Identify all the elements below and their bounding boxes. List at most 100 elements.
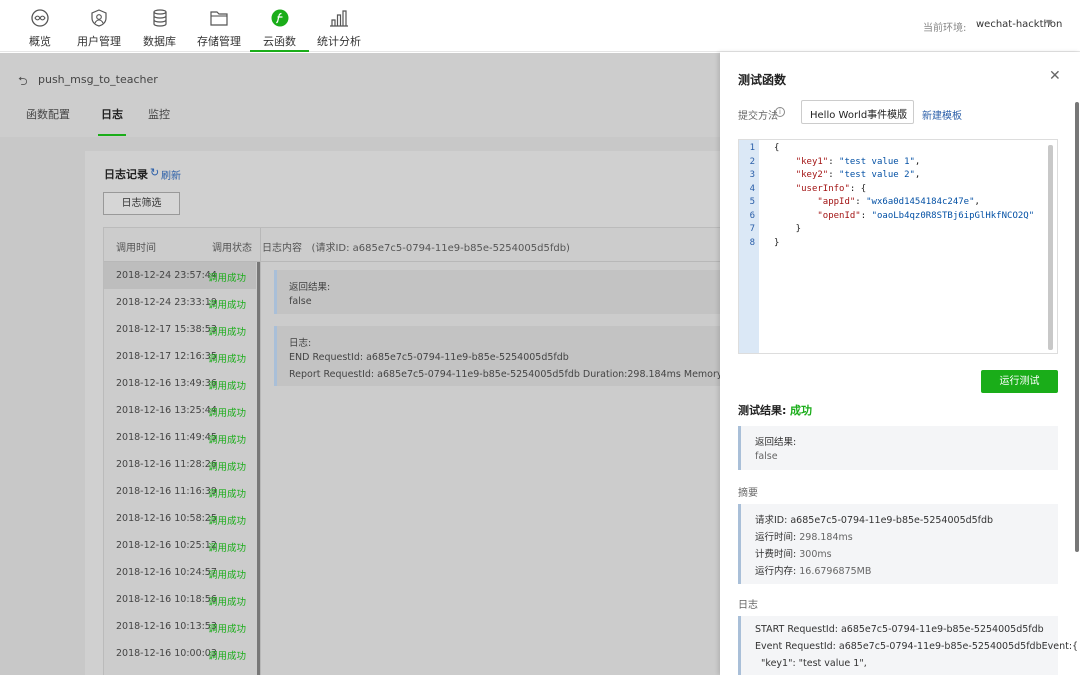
tab-function-config[interactable]: 函数配置 <box>26 106 70 136</box>
table-row[interactable]: 2018-12-16 11:16:39 调用成功 <box>104 478 256 505</box>
table-row[interactable]: 2018-12-17 15:38:53 调用成功 <box>104 316 256 343</box>
return-value: false <box>755 451 778 462</box>
panel-scrollbar[interactable] <box>1075 102 1079 552</box>
table-row[interactable]: 2018-12-16 10:18:56 调用成功 <box>104 586 256 613</box>
table-row[interactable]: 2018-12-16 10:00:03 调用成功 <box>104 640 256 667</box>
return-label: 返回结果: <box>289 282 331 293</box>
folder-icon <box>210 11 228 26</box>
divider <box>260 228 261 675</box>
code-line: } <box>774 237 780 248</box>
code-line: } <box>774 224 802 234</box>
row-status: 调用成功 <box>208 597 247 608</box>
row-time: 2018-12-16 10:58:25 <box>116 513 217 524</box>
log-line: START RequestId: a685e7c5-0794-11e9-b85e… <box>755 624 1044 635</box>
back-arrow-icon[interactable]: ⮌ <box>18 72 28 93</box>
new-template-link[interactable]: 新建模板 <box>922 107 962 122</box>
return-result-box: 返回结果: false <box>274 270 720 314</box>
table-row[interactable]: 2018-12-16 10:58:25 调用成功 <box>104 505 256 532</box>
log-output-box: START RequestId: a685e7c5-0794-11e9-b85e… <box>738 616 1078 675</box>
bar-chart-icon <box>330 10 348 27</box>
log-label: 日志: <box>289 338 312 349</box>
code-line: "userInfo": { <box>774 184 866 194</box>
log-line: "key1": "test value 1", <box>755 658 867 669</box>
row-time: 2018-12-24 23:57:44 <box>116 270 217 281</box>
function-header: ⮌ push_msg_to_teacher 函数配置 日志 监控 <box>0 53 720 137</box>
nav-users[interactable]: 用户管理 <box>77 0 121 52</box>
chevron-down-icon[interactable]: ▼ <box>1046 18 1052 27</box>
summary-value: 298.184ms <box>799 532 853 543</box>
line-number: 2 <box>749 156 755 167</box>
row-time: 2018-12-16 11:49:45 <box>116 432 217 443</box>
table-row[interactable]: 2018-12-17 12:16:35 调用成功 <box>104 343 256 370</box>
summary-value: 16.6796875MB <box>799 566 872 577</box>
table-row[interactable]: 2018-12-16 13:49:36 调用成功 <box>104 370 256 397</box>
summary-key: 运行内存: <box>755 566 797 577</box>
table-row[interactable]: 2018-12-16 10:24:57 调用成功 <box>104 559 256 586</box>
log-records-title: 日志记录 <box>104 168 148 181</box>
table-row[interactable]: 2018-12-16 10:13:53 调用成功 <box>104 613 256 640</box>
log-filter-button[interactable]: 日志筛选 <box>103 192 180 215</box>
summary-row: 运行内存: 16.6796875MB <box>755 563 871 577</box>
row-time: 2018-12-16 13:49:36 <box>116 378 217 389</box>
row-status: 调用成功 <box>208 327 247 338</box>
line-number: 5 <box>749 197 755 207</box>
function-name: push_msg_to_teacher <box>38 73 158 86</box>
nav-label: 云函数 <box>263 35 296 48</box>
table-row[interactable]: 2018-12-16 11:28:26 调用成功 <box>104 451 256 478</box>
log-row-list: 2018-12-24 23:57:44 调用成功 2018-12-24 23:33… <box>104 262 256 667</box>
tab-monitor[interactable]: 监控 <box>148 106 170 136</box>
row-time: 2018-12-17 15:38:53 <box>116 324 217 335</box>
nav-label: 用户管理 <box>77 35 121 48</box>
chevron-down-icon[interactable]: ▼ <box>900 107 906 116</box>
nav-storage[interactable]: 存储管理 <box>197 0 241 52</box>
nav-analytics[interactable]: 统计分析 <box>317 0 361 52</box>
panel-title: 测试函数 <box>738 73 787 87</box>
table-row[interactable]: 2018-12-16 10:25:12 调用成功 <box>104 532 256 559</box>
row-status: 调用成功 <box>208 570 247 581</box>
summary-row: 请求ID: a685e7c5-0794-11e9-b85e-5254005d5f… <box>755 512 993 526</box>
row-time: 2018-12-16 13:25:44 <box>116 405 217 416</box>
row-status: 调用成功 <box>208 543 247 554</box>
nav-overview[interactable]: 概览 <box>26 0 54 52</box>
json-key: "userInfo" <box>795 183 850 194</box>
log-card: 日志记录 ↻ 刷新 日志筛选 调用时间 调用状态 日志内容 (请求ID: a68… <box>85 151 720 675</box>
env-label: 当前环境: <box>923 23 967 34</box>
table-row[interactable]: 2018-12-16 11:49:45 调用成功 <box>104 424 256 451</box>
refresh-link[interactable]: 刷新 <box>161 167 181 182</box>
nav-database[interactable]: 数据库 <box>143 0 176 52</box>
column-header-status: 调用状态 <box>212 243 252 254</box>
row-status: 调用成功 <box>208 435 247 446</box>
table-row[interactable]: 2018-12-24 23:33:19 调用成功 <box>104 289 256 316</box>
summary-label: 摘要 <box>738 488 758 499</box>
table-row[interactable]: 2018-12-16 13:25:44 调用成功 <box>104 397 256 424</box>
json-value: "oaoLb4qz0R8STBj6ipGlHkfNCO2Q" <box>871 210 1035 221</box>
log-output-box: 日志: END RequestId: a685e7c5-0794-11e9-b8… <box>274 326 720 386</box>
info-icon[interactable]: i <box>775 107 785 117</box>
tab-logs[interactable]: 日志 <box>98 106 126 136</box>
summary-key: 请求ID: <box>755 515 788 526</box>
row-time: 2018-12-24 23:33:19 <box>116 297 217 308</box>
editor-scrollbar[interactable] <box>1048 145 1053 350</box>
punct: , <box>914 156 921 167</box>
log-label: 日志 <box>738 600 758 611</box>
main-content: ⮌ push_msg_to_teacher 函数配置 日志 监控 日志记录 ↻ … <box>0 53 720 675</box>
nav-label: 数据库 <box>143 35 176 48</box>
summary-value: a685e7c5-0794-11e9-b85e-5254005d5fdb <box>790 515 994 526</box>
refresh-icon[interactable]: ↻ <box>150 166 159 179</box>
punct: , <box>974 197 980 207</box>
column-header-content: 日志内容 (请求ID: a685e7c5-0794-11e9-b85e-5254… <box>262 239 570 254</box>
template-select[interactable]: Hello World事件模版 <box>801 100 914 124</box>
row-list-scrollbar[interactable] <box>257 262 260 675</box>
nav-cloud-functions[interactable]: 云函数 <box>250 0 309 52</box>
json-value: "test value 2" <box>839 170 915 180</box>
close-icon[interactable]: ✕ <box>1049 68 1061 84</box>
run-test-button[interactable]: 运行测试 <box>981 370 1058 393</box>
table-row[interactable]: 2018-12-24 23:57:44 调用成功 <box>104 262 256 289</box>
line-number: 8 <box>749 237 755 248</box>
code-editor[interactable]: 1 { 2 "key1": "test value 1", 3 "key2": … <box>738 139 1058 354</box>
json-key: "openId" <box>817 210 861 221</box>
request-id-label: (请求ID: a685e7c5-0794-11e9-b85e-5254005d5… <box>311 243 570 254</box>
